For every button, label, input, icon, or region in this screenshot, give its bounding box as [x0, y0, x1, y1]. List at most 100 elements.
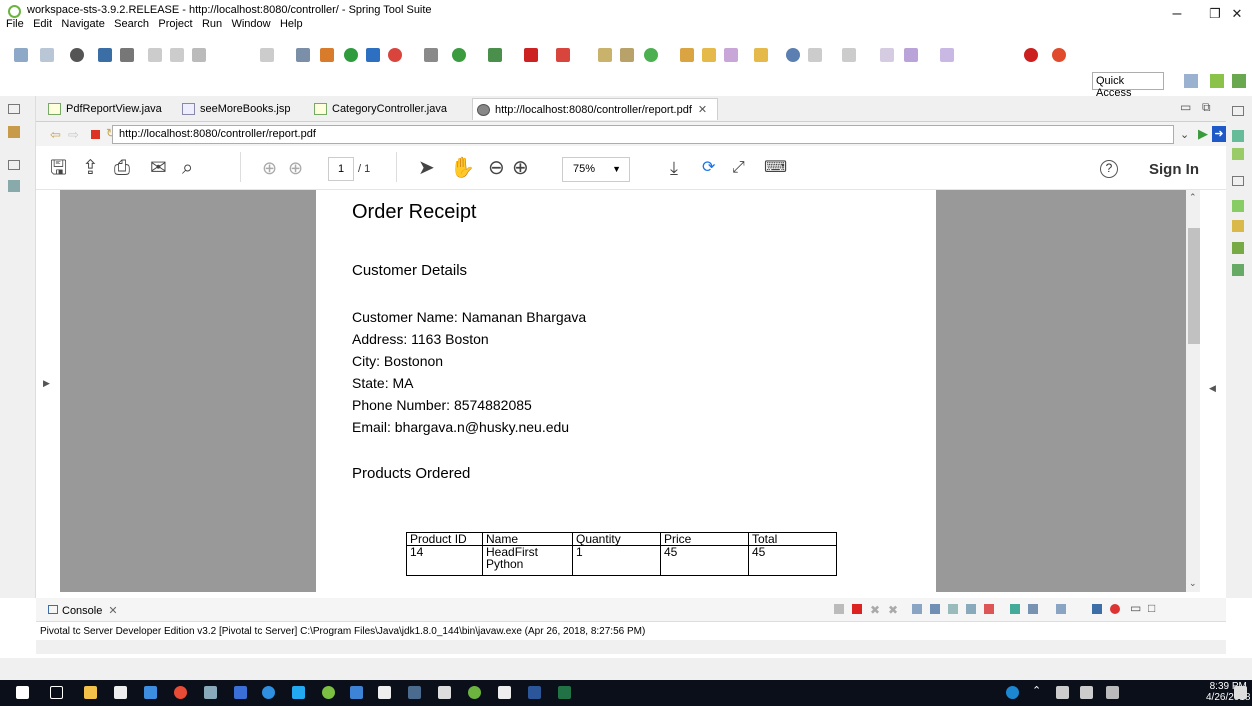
minimize-button[interactable]: – [1158, 2, 1196, 26]
tab-close-icon[interactable]: ✕ [108, 605, 117, 617]
minimize-view-icon[interactable]: ▭ [1130, 601, 1141, 615]
pause-icon[interactable] [170, 48, 184, 62]
show-stdout-icon[interactable] [966, 604, 976, 614]
vscode-icon[interactable] [292, 686, 305, 699]
upload-icon[interactable]: ⇪ [82, 158, 99, 178]
back-icon[interactable] [880, 48, 894, 62]
menu-project[interactable]: Project [158, 18, 192, 30]
store-icon[interactable] [114, 686, 127, 699]
action-center-icon[interactable] [1234, 686, 1247, 699]
menu-navigate[interactable]: Navigate [61, 18, 104, 30]
show-hidden-icons-icon[interactable]: ⌃ [1032, 684, 1041, 697]
annotation-icon[interactable] [808, 48, 822, 62]
close-button[interactable]: ✕ [1222, 2, 1252, 26]
hand-tool-icon[interactable]: ✋ [450, 158, 475, 178]
right-panel-toggle[interactable]: ◀ [1200, 190, 1226, 592]
gift-icon[interactable] [620, 48, 634, 62]
chrome-icon[interactable] [174, 686, 187, 699]
previous-page-icon[interactable]: ⊕ [262, 158, 277, 178]
volume-icon[interactable] [1080, 686, 1093, 699]
display-console-icon[interactable] [1028, 604, 1038, 614]
maximize-view-icon[interactable]: □ [1148, 601, 1155, 615]
java-ee-perspective-icon[interactable] [1210, 74, 1224, 88]
folder-open-icon[interactable] [680, 48, 694, 62]
spring-tool-suite-icon[interactable] [468, 686, 481, 699]
menu-edit[interactable]: Edit [33, 18, 52, 30]
deploy-icon[interactable] [556, 48, 570, 62]
spring-refresh-icon[interactable] [1052, 48, 1066, 62]
task-icon[interactable] [296, 48, 310, 62]
bug-icon[interactable] [424, 48, 438, 62]
task-list-icon[interactable] [1232, 130, 1244, 142]
open-console-icon[interactable] [1092, 604, 1102, 614]
menu-run[interactable]: Run [202, 18, 222, 30]
quick-access-field[interactable]: Quick Access [1092, 72, 1164, 99]
scrollbar-thumb[interactable] [1188, 228, 1200, 344]
show-stderr-icon[interactable] [984, 604, 994, 614]
package-icon[interactable] [754, 48, 768, 62]
remove-launch-icon[interactable]: ✖ [870, 603, 880, 617]
minimize-view-icon[interactable]: ▭ [1180, 100, 1191, 114]
spring-boot-icon[interactable] [344, 48, 358, 62]
zoom-select[interactable]: 75% ▼ [562, 157, 630, 182]
infinity-icon[interactable] [204, 686, 217, 699]
fit-page-icon[interactable]: ⤓ [670, 158, 678, 178]
task-view-icon[interactable] [50, 686, 63, 699]
help-tray-icon[interactable] [1006, 686, 1019, 699]
restore-icon[interactable] [1232, 176, 1244, 186]
record-icon[interactable] [1024, 48, 1038, 62]
menu-file[interactable]: File [6, 18, 24, 30]
url-field[interactable]: http://localhost:8080/controller/report.… [112, 125, 1174, 144]
app-icon[interactable] [408, 686, 421, 699]
network-icon[interactable] [1056, 686, 1069, 699]
tab-pdfreportview[interactable]: PdfReportView.java [44, 98, 162, 120]
rotate-icon[interactable]: ⟳ [702, 158, 715, 178]
servers-icon[interactable] [8, 180, 20, 192]
menu-search[interactable]: Search [114, 18, 149, 30]
scroll-down-icon[interactable]: ⌄ [1189, 578, 1197, 589]
tab-close-icon[interactable]: ✕ [698, 104, 707, 116]
scroll-up-icon[interactable]: ⌃ [1189, 192, 1197, 203]
dropbox-icon[interactable] [144, 686, 157, 699]
excel-icon[interactable] [558, 686, 571, 699]
console-icon[interactable] [98, 48, 112, 62]
select-cursor-icon[interactable]: ➤ [418, 158, 435, 178]
boot-dashboard-icon[interactable] [1232, 200, 1244, 212]
app-icon[interactable] [378, 686, 391, 699]
app-icon[interactable] [498, 686, 511, 699]
restore-icon[interactable] [1232, 106, 1244, 116]
new-console-icon[interactable] [1056, 604, 1066, 614]
help-icon[interactable]: ? [1100, 160, 1118, 178]
menu-window[interactable]: Window [231, 18, 270, 30]
menu-help[interactable]: Help [280, 18, 303, 30]
zoom-out-icon[interactable]: ⊖ [488, 158, 505, 178]
pen-icon[interactable] [724, 48, 738, 62]
cube-icon[interactable] [350, 686, 363, 699]
external-browser-icon[interactable]: ➜ [1212, 126, 1226, 142]
word-icon[interactable] [528, 686, 541, 699]
start-icon[interactable] [16, 686, 29, 699]
pen-icon[interactable] [1106, 686, 1119, 699]
stop-icon[interactable] [192, 48, 206, 62]
globe-icon[interactable] [786, 48, 800, 62]
clear-console-icon[interactable] [912, 604, 922, 614]
stop-icon[interactable] [91, 130, 100, 139]
step-icon[interactable] [148, 48, 162, 62]
spring-perspective-icon[interactable] [1232, 74, 1246, 88]
gear-icon[interactable] [1232, 242, 1244, 254]
email-icon[interactable]: ✉ [150, 158, 167, 178]
spring-explorer-icon[interactable] [1232, 148, 1244, 160]
folder-icon[interactable] [702, 48, 716, 62]
save-icon[interactable]: 🖫 [50, 158, 67, 178]
console-tab[interactable]: Console ✕ [48, 604, 118, 617]
open-perspective-icon[interactable] [1184, 74, 1198, 88]
stop-server-icon[interactable] [524, 48, 538, 62]
tab-seemorebooks[interactable]: seeMoreBooks.jsp [178, 98, 291, 120]
beans-icon[interactable] [1232, 220, 1244, 232]
console-horizontal-scrollbar[interactable] [36, 640, 1226, 654]
warning-icon[interactable] [320, 48, 334, 62]
read-mode-icon[interactable]: ⌨ [764, 158, 787, 178]
search-icon[interactable]: ⌕ [182, 158, 193, 178]
pin-icon[interactable] [120, 48, 134, 62]
page-number-input[interactable]: 1 [328, 157, 354, 181]
